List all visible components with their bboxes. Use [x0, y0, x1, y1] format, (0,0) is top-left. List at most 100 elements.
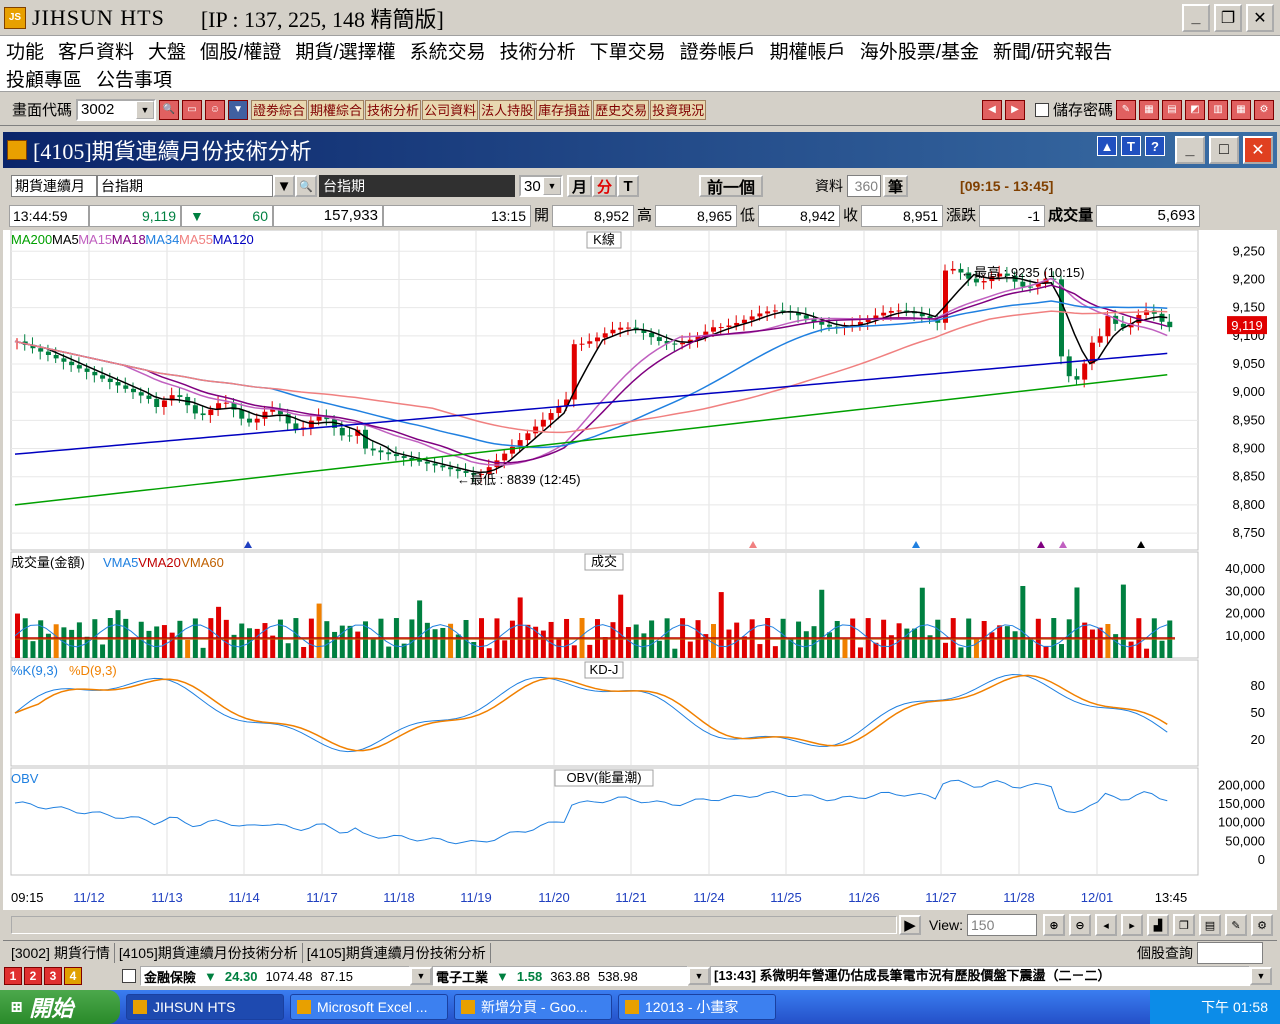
shortcut-button-4[interactable]: 法人持股: [479, 99, 536, 120]
menu-item-row2-0[interactable]: 投顧專區: [0, 65, 90, 92]
view-field[interactable]: 150: [967, 914, 1037, 936]
data-unit-button[interactable]: 筆: [883, 175, 909, 197]
arrow-right-icon[interactable]: ▶: [1004, 99, 1025, 120]
taskbar-item-2[interactable]: 新增分頁 - Goo...: [454, 994, 612, 1020]
taskbar-item-3[interactable]: 12013 - 小畫家: [618, 994, 776, 1020]
volume-bar: [200, 647, 206, 658]
stock-query-input[interactable]: [1197, 941, 1263, 964]
window-icon[interactable]: ▭: [182, 99, 203, 120]
product-type-field[interactable]: 期貨連續月: [11, 175, 97, 197]
ma18-line: [14, 284, 1168, 464]
menu-item-7[interactable]: 下單交易: [584, 37, 674, 64]
candle-body: [765, 311, 771, 314]
chart-scrollbar[interactable]: [11, 916, 897, 934]
pen-icon[interactable]: ✎: [1116, 99, 1136, 120]
unit-tick-button[interactable]: T: [617, 175, 640, 197]
product-name-field[interactable]: 台指期: [97, 175, 273, 197]
shortcut-button-2[interactable]: 技術分析: [365, 99, 422, 120]
bar-change: -1: [979, 205, 1046, 227]
table-icon[interactable]: ▥: [1208, 99, 1228, 120]
dropdown-icon[interactable]: ▼: [228, 99, 249, 120]
person-icon[interactable]: ☺: [205, 99, 226, 120]
print-icon[interactable]: ▤: [1199, 914, 1221, 936]
menu-item-8[interactable]: 證劵帳戶: [674, 37, 764, 64]
gear-icon[interactable]: ⚙: [1251, 914, 1273, 936]
menu-item-4[interactable]: 期貨/選擇權: [289, 37, 403, 64]
taskbar-item-1[interactable]: Microsoft Excel ...: [290, 994, 448, 1020]
menu-item-11[interactable]: 新聞/研究報告: [987, 37, 1120, 64]
page-button-3[interactable]: 3: [44, 967, 62, 985]
volume-bar: [711, 624, 716, 658]
copy-icon[interactable]: ❐: [1173, 914, 1195, 936]
grid2-icon[interactable]: ▦: [1231, 99, 1251, 120]
shortcut-button-0[interactable]: 證劵綜合: [251, 99, 308, 120]
product-dropdown[interactable]: ▼: [273, 175, 295, 197]
t-icon[interactable]: T: [1121, 136, 1141, 156]
arrow-left-icon[interactable]: ◀: [981, 99, 1002, 120]
shortcut-button-1[interactable]: 期權綜合: [308, 99, 365, 120]
chart-svg[interactable]: 9,2509,2009,1509,1009,0509,0008,9508,900…: [3, 230, 1277, 910]
prev-button[interactable]: 前一個: [699, 175, 764, 197]
page-button-2[interactable]: 2: [24, 967, 42, 985]
menu-item-10[interactable]: 海外股票/基金: [854, 37, 987, 64]
chart-icon[interactable]: ◩: [1185, 99, 1205, 120]
sub-maximize-button[interactable]: □: [1209, 136, 1239, 164]
grid-icon[interactable]: ▦: [1139, 99, 1159, 120]
window-tab-2[interactable]: [4105]期貨連續月份技術分析: [303, 942, 491, 963]
taskbar-item-0[interactable]: JIHSUN HTS: [126, 994, 284, 1020]
menu-item-2[interactable]: 大盤: [142, 37, 194, 64]
ma34-line: [14, 300, 1168, 449]
page-button-1[interactable]: 1: [4, 967, 22, 985]
sub-minimize-button[interactable]: _: [1175, 136, 1205, 164]
close-button[interactable]: ✕: [1246, 4, 1274, 32]
pan-left-icon[interactable]: ◂: [1095, 914, 1117, 936]
shortcut-button-7[interactable]: 投資現況: [650, 99, 707, 120]
menu-item-9[interactable]: 期權帳戶: [764, 37, 854, 64]
window-tab-0[interactable]: [3002] 期貨行情: [7, 942, 115, 963]
unit-minute-button[interactable]: 分: [592, 175, 618, 197]
chevron-down-icon[interactable]: ▼: [136, 100, 155, 119]
sector2-dropdown[interactable]: ▼: [688, 967, 710, 985]
menu-item-3[interactable]: 個股/權證: [194, 37, 289, 64]
printer-icon[interactable]: ▤: [1162, 99, 1182, 120]
chart-area[interactable]: 9,250 9,200 9,150 9,100 9,050 9,000 8,950 8,900…: [3, 230, 1277, 910]
sub-close-button[interactable]: ✕: [1243, 136, 1273, 164]
interval-combo[interactable]: 30 ▼: [519, 175, 563, 197]
shortcut-button-3[interactable]: 公司資料: [422, 99, 479, 120]
start-button[interactable]: ⊞ 開始: [0, 990, 120, 1024]
data-count-field[interactable]: 360: [847, 175, 882, 197]
sector1-dropdown[interactable]: ▼: [410, 967, 432, 985]
window-tab-1[interactable]: [4105]期貨連續月份技術分析: [115, 942, 303, 963]
candle-body: [76, 365, 82, 369]
restore-button[interactable]: ❐: [1214, 4, 1242, 32]
volume-bar: [827, 632, 832, 658]
unit-month-button[interactable]: 月: [567, 175, 593, 197]
save-password-checkbox[interactable]: [1034, 102, 1049, 117]
zoom-in-icon[interactable]: ⊕: [1043, 914, 1065, 936]
menu-item-1[interactable]: 客戶資料: [52, 37, 142, 64]
zoom-out-icon[interactable]: ⊖: [1069, 914, 1091, 936]
shortcut-button-5[interactable]: 庫存損益: [536, 99, 593, 120]
scroll-right-button[interactable]: ▶: [899, 915, 921, 935]
bar-chart-icon[interactable]: ▟: [1147, 914, 1169, 936]
menu-item-5[interactable]: 系統交易: [404, 37, 494, 64]
news-ticker[interactable]: [13:43] 系微明年營運仍估成長筆電市況有歷股價盤下震盪（二－二）: [710, 966, 1250, 986]
search-icon[interactable]: 🔍: [295, 175, 317, 197]
help-icon[interactable]: ?: [1145, 136, 1165, 156]
menu-item-6[interactable]: 技術分析: [494, 37, 584, 64]
page-button-4[interactable]: 4: [64, 967, 82, 985]
volume-bar: [757, 644, 763, 658]
news-dropdown[interactable]: ▼: [1250, 967, 1272, 985]
settings-icon[interactable]: ⚙: [1254, 99, 1274, 120]
minimize-button[interactable]: _: [1182, 4, 1210, 32]
draw-icon[interactable]: ✎: [1225, 914, 1247, 936]
search-icon[interactable]: 🔍: [159, 99, 180, 120]
chevron-down-icon[interactable]: ▼: [543, 177, 561, 195]
menu-item-row2-1[interactable]: 公告事項: [90, 65, 180, 92]
shortcut-button-6[interactable]: 歷史交易: [593, 99, 650, 120]
pan-right-icon[interactable]: ▸: [1121, 914, 1143, 936]
code-combo[interactable]: 3002 ▼: [76, 98, 157, 121]
menu-item-0[interactable]: 功能: [0, 37, 52, 64]
ticker-checkbox[interactable]: [122, 969, 136, 983]
triangle-up-icon[interactable]: ▲: [1097, 136, 1117, 156]
